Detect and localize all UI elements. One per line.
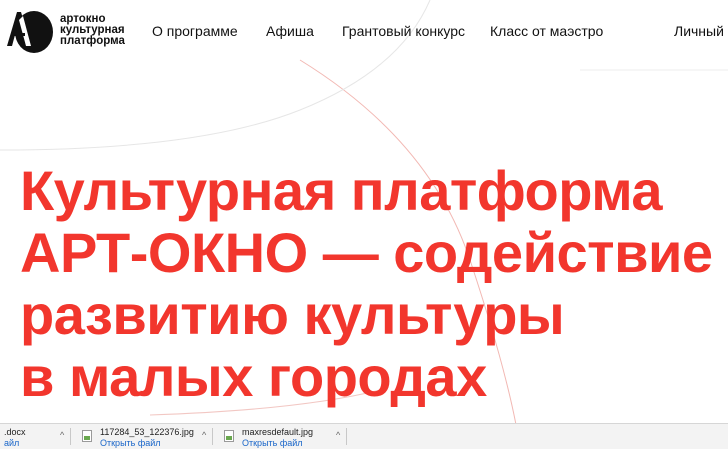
main-nav: О программе Афиша Грантовый конкурс Клас… — [0, 22, 728, 40]
download-open-link[interactable]: Открыть файл — [100, 438, 161, 448]
image-file-icon — [224, 430, 234, 442]
download-open-link[interactable]: Открыть файл — [242, 438, 303, 448]
nav-item-master-class[interactable]: Класс от маэстро — [490, 22, 603, 40]
downloads-separator — [346, 428, 347, 445]
download-item-docx[interactable]: .docx айл — [4, 424, 66, 449]
download-open-link[interactable]: айл — [4, 438, 19, 448]
chevron-up-icon[interactable]: ^ — [202, 430, 206, 440]
hero-line-3: развитию культуры — [20, 283, 565, 346]
hero-line-1: Культурная платформа — [20, 159, 663, 222]
download-filename: .docx — [4, 427, 26, 437]
hero-line-2: АРТ-ОКНО — содействие — [20, 221, 713, 284]
hero-line-4: в малых городах — [20, 345, 487, 408]
nav-item-personal-account[interactable]: Личный к — [674, 22, 728, 40]
hero-title: Культурная платформа АРТ-ОКНО — содейств… — [20, 160, 728, 408]
nav-item-grant-contest[interactable]: Грантовый конкурс — [342, 22, 465, 40]
download-item-jpg-2[interactable]: maxresdefault.jpg Открыть файл — [224, 424, 334, 449]
downloads-bar: .docx айл ^ 117284_53_122376.jpg Открыть… — [0, 423, 728, 449]
downloads-separator — [70, 428, 71, 445]
nav-item-about[interactable]: О программе — [152, 22, 238, 40]
download-item-jpg-1[interactable]: 117284_53_122376.jpg Открыть файл — [82, 424, 202, 449]
chevron-up-icon[interactable]: ^ — [60, 430, 64, 440]
nav-item-afisha[interactable]: Афиша — [266, 22, 314, 40]
chevron-up-icon[interactable]: ^ — [336, 430, 340, 440]
downloads-separator — [212, 428, 213, 445]
site-header: артокно культурная платформа О программе… — [0, 0, 728, 60]
download-filename: maxresdefault.jpg — [242, 427, 314, 437]
download-filename: 117284_53_122376.jpg — [100, 427, 194, 437]
image-file-icon — [82, 430, 92, 442]
